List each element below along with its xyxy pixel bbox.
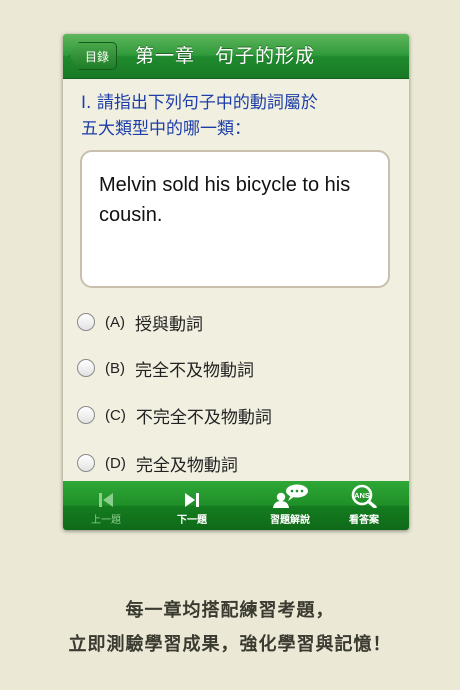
tab-label: 下一題 <box>177 515 207 526</box>
question-sentence: Melvin sold his bicycle to his cousin. <box>99 174 351 226</box>
app-screen: 目錄 第一章 句子的形成 I. 請指出下列句子中的動詞屬於 五大類型中的哪一類：… <box>63 34 409 530</box>
tab-bar: 上一題 下一題 習題解說 ANS 看答案 <box>63 481 409 530</box>
promo-caption-line-2: 立即測驗學習成果，強化學習與記憶！ <box>68 634 392 655</box>
option-a[interactable]: (A) 授與動詞 <box>77 310 203 335</box>
option-text: 授與動詞 <box>135 314 203 335</box>
option-d[interactable]: (D) 完全及物動詞 <box>77 451 238 476</box>
tab-previous-question[interactable]: 上一題 <box>75 481 137 530</box>
question-line-2: 五大類型中的哪一類： <box>81 119 251 139</box>
tab-view-answer[interactable]: ANS 看答案 <box>333 481 395 530</box>
option-text: 完全及物動詞 <box>135 455 238 476</box>
sentence-box: Melvin sold his bicycle to his cousin. <box>80 150 390 288</box>
skip-next-icon <box>185 493 199 507</box>
back-to-contents-button[interactable]: 目錄 <box>69 42 117 70</box>
navigation-bar: 目錄 第一章 句子的形成 <box>63 34 409 79</box>
ans-icon-text: ANS <box>354 491 370 500</box>
magnifier-answer-icon: ANS <box>351 484 377 508</box>
radio-button[interactable] <box>77 313 95 331</box>
radio-button[interactable] <box>77 454 95 472</box>
tab-label: 看答案 <box>349 515 379 526</box>
option-letter: (B) <box>105 359 125 377</box>
speech-bubble-person-icon <box>273 484 308 508</box>
option-b[interactable]: (B) 完全不及物動詞 <box>77 356 254 381</box>
question-prompt: I. 請指出下列句子中的動詞屬於 五大類型中的哪一類： <box>81 90 401 142</box>
promo-caption-line-1: 每一章均搭配練習考題， <box>125 600 335 621</box>
tab-label: 上一題 <box>91 515 121 526</box>
tab-explanation[interactable]: 習題解說 <box>259 481 321 530</box>
option-letter: (D) <box>105 454 126 472</box>
option-text: 完全不及物動詞 <box>135 360 254 381</box>
option-c[interactable]: (C) 不完全不及物動詞 <box>77 403 272 428</box>
option-text: 不完全不及物動詞 <box>135 407 272 428</box>
chapter-title: 第一章 句子的形成 <box>135 45 316 67</box>
skip-previous-icon <box>99 493 113 507</box>
question-line-1: I. 請指出下列句子中的動詞屬於 <box>81 93 318 113</box>
radio-button[interactable] <box>77 406 95 424</box>
option-letter: (A) <box>105 313 125 331</box>
radio-button[interactable] <box>77 359 95 377</box>
option-letter: (C) <box>105 406 126 424</box>
tab-next-question[interactable]: 下一題 <box>161 481 223 530</box>
tab-label: 習題解說 <box>270 515 310 526</box>
